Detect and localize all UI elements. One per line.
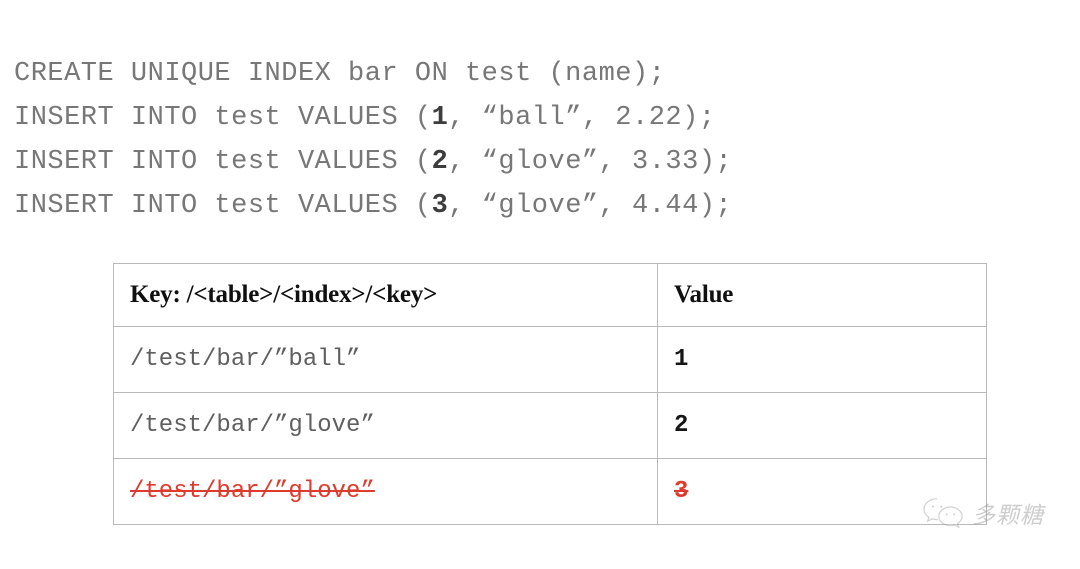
sql-code-block: CREATE UNIQUE INDEX bar ON test (name); … xyxy=(14,52,1054,228)
table-row: /test/bar/”ball” 1 xyxy=(113,326,987,393)
code-line-suffix: , “glove”, 3.33); xyxy=(448,147,733,177)
code-line-prefix: CREATE UNIQUE INDEX bar ON test (name); xyxy=(14,59,666,89)
value-cell: 2 xyxy=(657,392,987,459)
code-line: INSERT INTO test VALUES (3, “glove”, 4.4… xyxy=(14,184,1054,228)
code-line-prefix: INSERT INTO test VALUES ( xyxy=(14,103,432,133)
table-header-row: Key: /<table>/<index>/<key> Value xyxy=(113,263,987,327)
column-header-key: Key: /<table>/<index>/<key> xyxy=(113,263,658,327)
code-line-suffix: , “ball”, 2.22); xyxy=(448,103,716,133)
value-cell: 1 xyxy=(657,326,987,393)
code-line-prefix: INSERT INTO test VALUES ( xyxy=(14,147,432,177)
code-line: INSERT INTO test VALUES (2, “glove”, 3.3… xyxy=(14,140,1054,184)
code-line: INSERT INTO test VALUES (1, “ball”, 2.22… xyxy=(14,96,1054,140)
code-line-suffix: , “glove”, 4.44); xyxy=(448,191,733,221)
code-line: CREATE UNIQUE INDEX bar ON test (name); xyxy=(14,52,1054,96)
code-line-prefix: INSERT INTO test VALUES ( xyxy=(14,191,432,221)
code-line-number: 1 xyxy=(431,103,449,133)
key-value-table: Key: /<table>/<index>/<key> Value /test/… xyxy=(113,263,987,525)
key-cell: /test/bar/”ball” xyxy=(113,326,658,393)
code-line-number: 2 xyxy=(431,147,449,177)
value-cell: 3 xyxy=(657,458,987,525)
key-cell: /test/bar/”glove” xyxy=(113,458,658,525)
table-row-deleted: /test/bar/”glove” 3 xyxy=(113,458,987,525)
column-header-value: Value xyxy=(657,263,987,327)
code-line-number: 3 xyxy=(431,191,449,221)
key-cell: /test/bar/”glove” xyxy=(113,392,658,459)
table-row: /test/bar/”glove” 2 xyxy=(113,392,987,459)
